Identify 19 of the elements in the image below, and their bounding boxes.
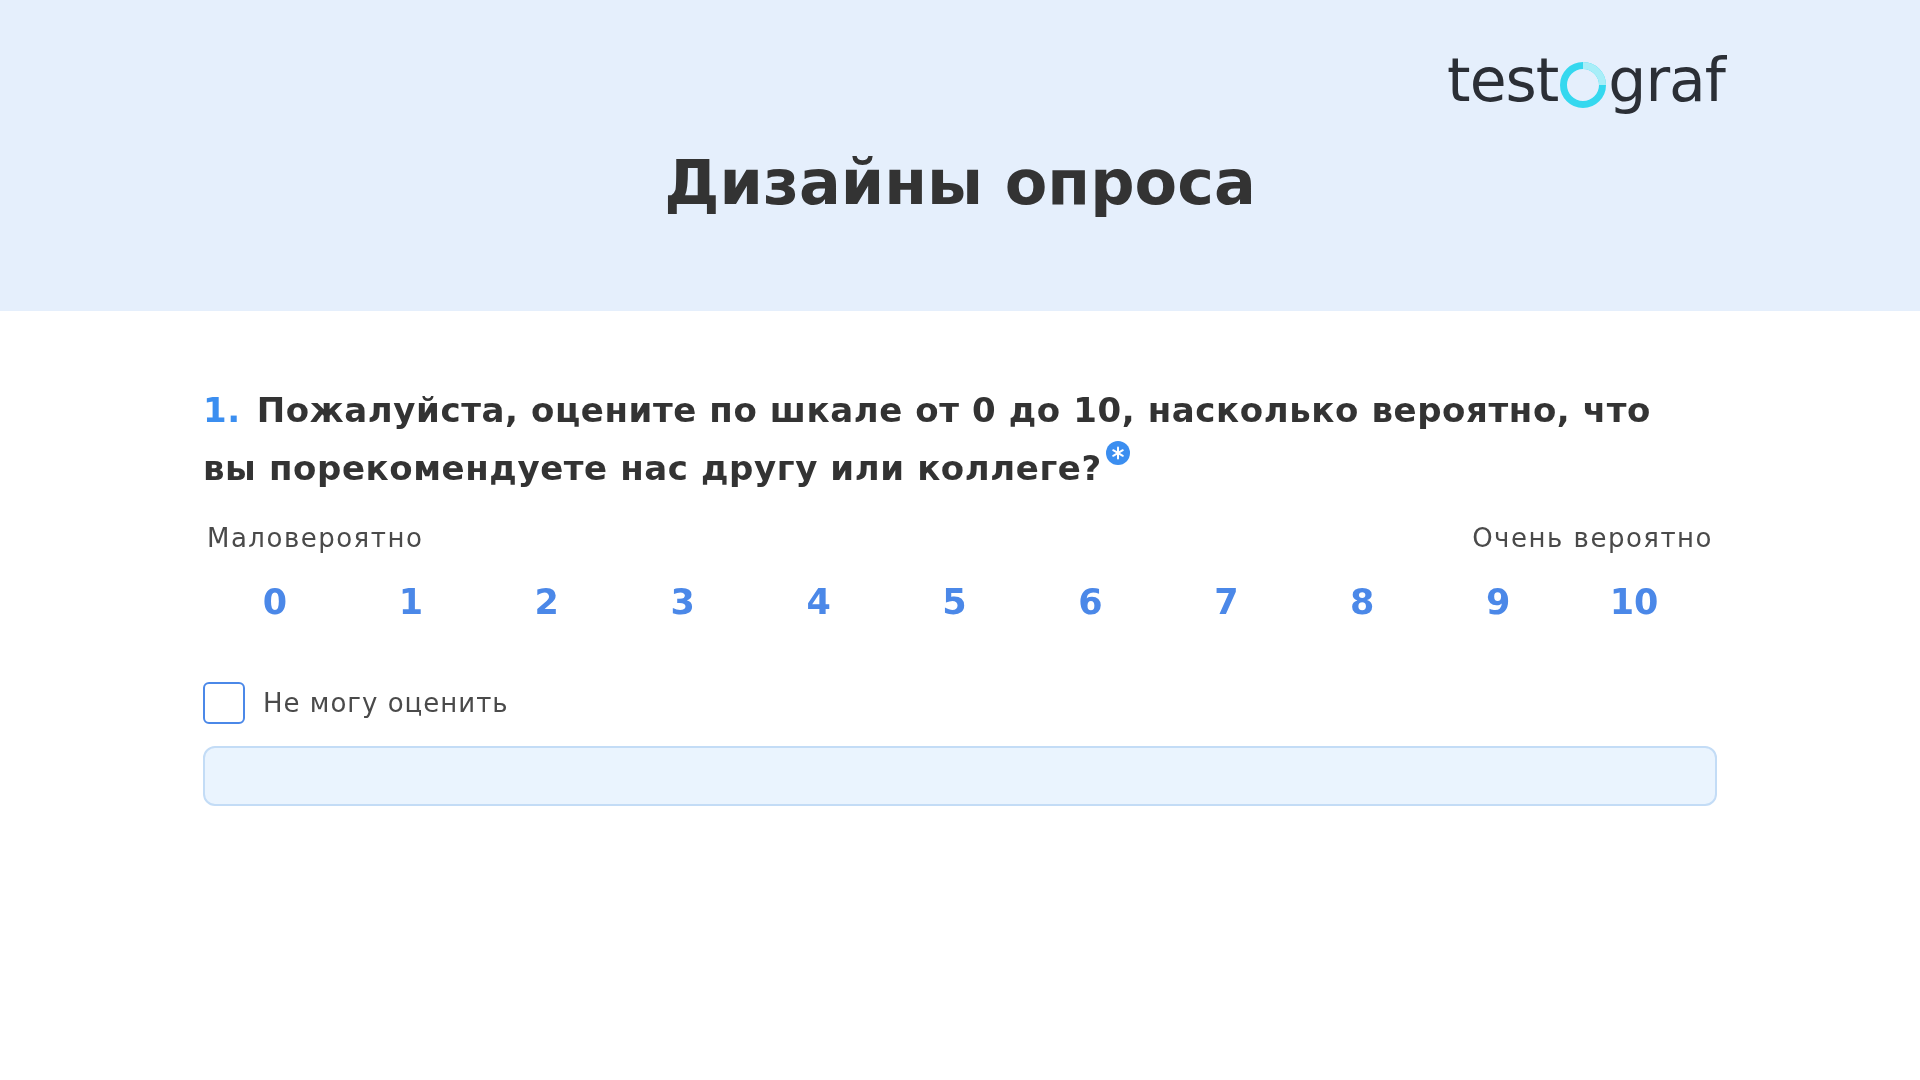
scale-option[interactable]: 5	[924, 572, 985, 632]
scale-option[interactable]: 3	[652, 572, 713, 632]
scale-option[interactable]: 6	[1060, 572, 1121, 632]
scale-option[interactable]: 1	[380, 572, 441, 632]
scale-option[interactable]: 2	[516, 572, 577, 632]
input-field[interactable]	[203, 746, 1717, 806]
scale-option[interactable]: 8	[1332, 572, 1393, 632]
scale-option[interactable]: 7	[1196, 572, 1257, 632]
scale-max-label: Очень вероятно	[1472, 522, 1713, 555]
scale-option[interactable]: 4	[788, 572, 849, 632]
scale-min-label: Маловероятно	[207, 522, 424, 555]
checkbox-label: Не могу оценить	[263, 686, 509, 720]
logo-text: test	[1447, 50, 1559, 110]
question-text: 1. Пожалуйста, оцените по шкале от 0 до 10, насколько вероятно, что вы порекомендуете нас другу или коллеге?	[203, 389, 1652, 490]
ring-icon	[1560, 62, 1607, 108]
scale-option[interactable]: 9	[1468, 572, 1529, 632]
scale-option[interactable]: 0	[244, 572, 305, 632]
checkbox[interactable]	[203, 682, 245, 724]
scale-option[interactable]: 10	[1601, 572, 1667, 632]
